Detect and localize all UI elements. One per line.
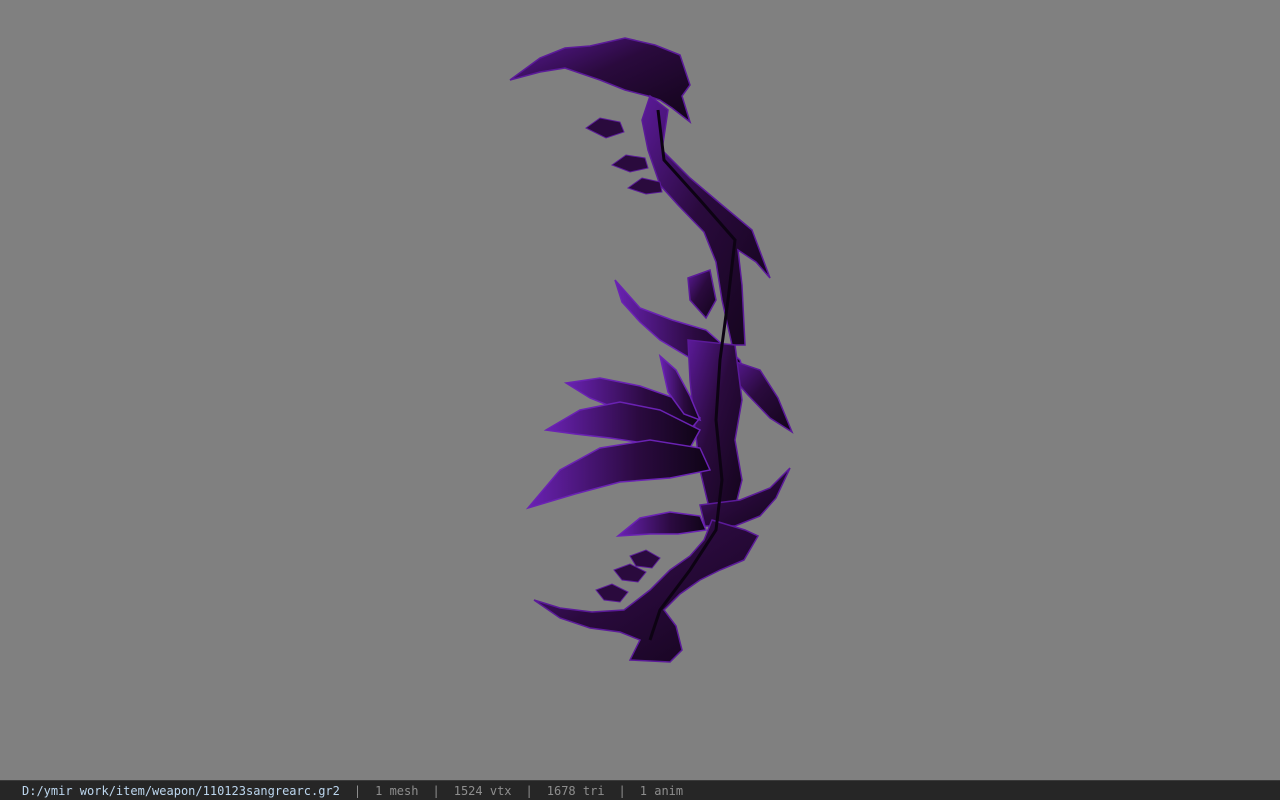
separator: | xyxy=(353,783,362,798)
bow-top-spike-2 xyxy=(610,154,649,173)
3d-viewport[interactable] xyxy=(0,0,1280,780)
bow-left-feather-3 xyxy=(525,439,712,510)
bow-bottom-spike-1 xyxy=(629,549,661,569)
separator: | xyxy=(432,783,440,798)
anim-count: 1 anim xyxy=(639,783,684,798)
bow-lower-limb xyxy=(533,519,760,663)
bow-top-spike-3 xyxy=(626,177,663,195)
bow-bottom-spike-3 xyxy=(595,583,629,603)
separator: | xyxy=(525,783,533,798)
status-bar: D:/ymir work/item/weapon/110123sangrearc… xyxy=(0,780,1280,800)
file-path: D:/ymir work/item/weapon/110123sangrearc… xyxy=(22,783,340,798)
bow-top-spike-1 xyxy=(585,117,625,139)
mesh-count: 1 mesh xyxy=(375,783,419,798)
separator: | xyxy=(618,783,626,798)
vertex-count: 1524 vtx xyxy=(453,783,512,798)
bow-mid-arm xyxy=(687,268,717,320)
bow-lower-left-fin xyxy=(615,511,708,537)
bow-model[interactable] xyxy=(0,0,1280,780)
triangle-count: 1678 tri xyxy=(546,783,605,798)
